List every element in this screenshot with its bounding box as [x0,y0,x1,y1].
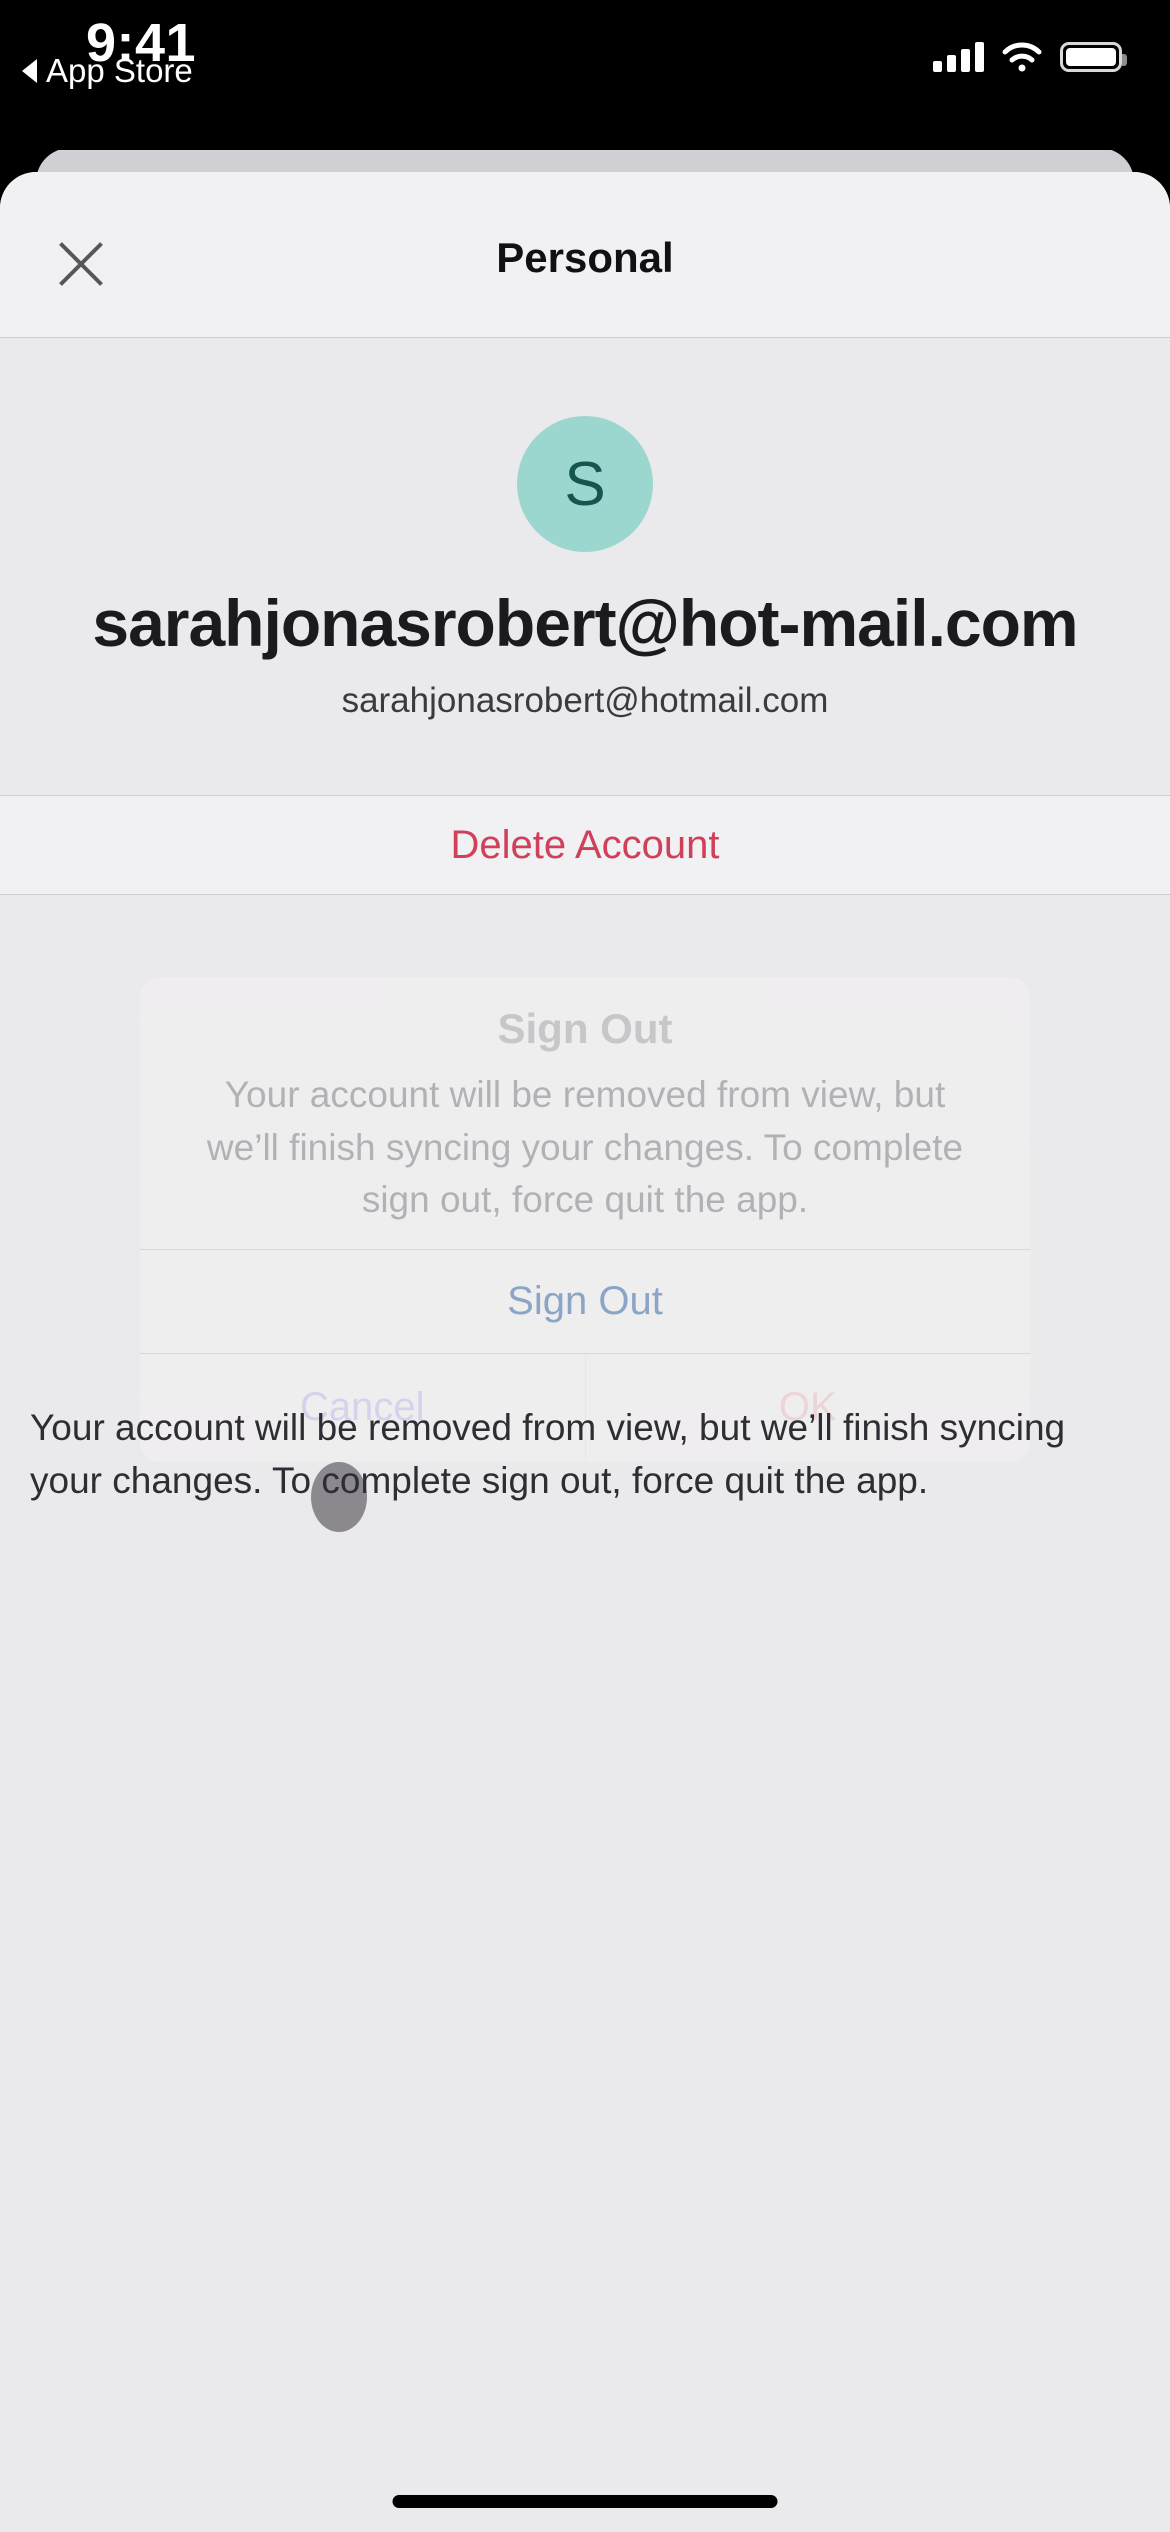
back-to-app-store-button[interactable]: App Store [22,52,193,90]
cellular-signal-icon [933,42,984,72]
page-title: Personal [496,234,674,281]
sign-out-alert-dialog[interactable]: Sign Out Your account will be removed fr… [140,977,1030,1462]
sign-out-note-text: Your account will be removed from view, … [30,1407,1066,1501]
battery-icon [1060,42,1127,72]
status-bar-indicators [933,30,1127,72]
alert-sign-out-button[interactable]: Sign Out [140,1248,1030,1353]
delete-account-button[interactable]: Delete Account [0,795,1170,896]
wifi-icon [1002,42,1042,72]
back-label: App Store [46,52,193,89]
alert-message: Your account will be removed from view, … [206,1074,964,1221]
account-modal-sheet: Personal S sarahjonasrobert@hot-mail.com… [0,172,1170,2532]
account-email-subtitle: sarahjonasrobert@hotmail.com [341,681,829,721]
avatar: S [517,416,653,552]
account-profile-section: S sarahjonasrobert@hot-mail.com sarahjon… [0,338,1170,721]
account-name-heading: sarahjonasrobert@hot-mail.com [92,586,1078,660]
home-indicator[interactable] [392,2495,778,2508]
alert-title: Sign Out [497,1005,673,1052]
status-bar: 9:41 App Store [0,0,1170,150]
modal-nav-bar: Personal [0,172,1170,338]
account-actions-list: Delete Account [0,795,1170,896]
triangle-left-icon [22,59,37,83]
